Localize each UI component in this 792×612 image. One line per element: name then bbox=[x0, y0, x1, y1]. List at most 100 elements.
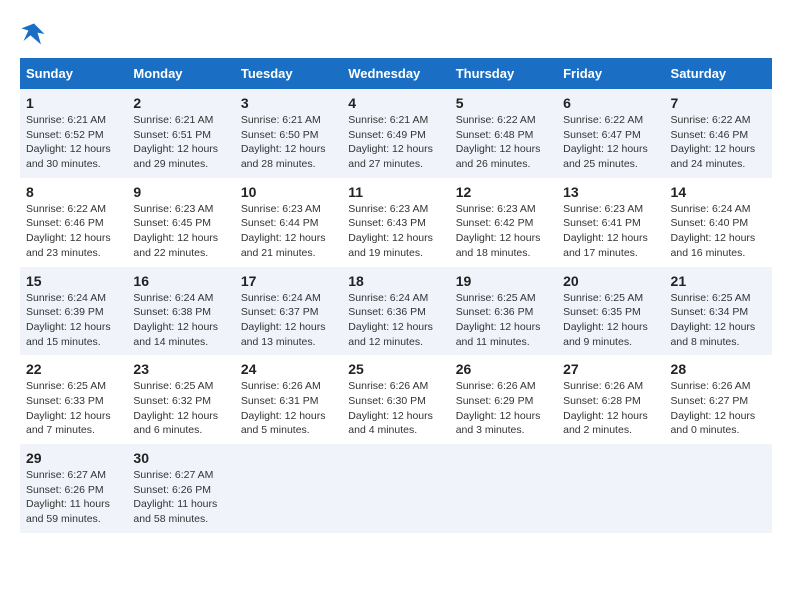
calendar-cell bbox=[235, 444, 342, 533]
calendar-cell: 18 Sunrise: 6:24 AM Sunset: 6:36 PM Dayl… bbox=[342, 267, 449, 356]
day-info: Sunrise: 6:26 AM Sunset: 6:31 PM Dayligh… bbox=[241, 379, 336, 438]
calendar-cell: 10 Sunrise: 6:23 AM Sunset: 6:44 PM Dayl… bbox=[235, 178, 342, 267]
calendar-cell: 12 Sunrise: 6:23 AM Sunset: 6:42 PM Dayl… bbox=[450, 178, 557, 267]
calendar-week-5: 29 Sunrise: 6:27 AM Sunset: 6:26 PM Dayl… bbox=[20, 444, 772, 533]
day-info: Sunrise: 6:25 AM Sunset: 6:35 PM Dayligh… bbox=[563, 291, 658, 350]
calendar-cell: 2 Sunrise: 6:21 AM Sunset: 6:51 PM Dayli… bbox=[127, 89, 234, 178]
day-number: 8 bbox=[26, 184, 121, 200]
calendar-cell: 7 Sunrise: 6:22 AM Sunset: 6:46 PM Dayli… bbox=[665, 89, 772, 178]
day-number: 27 bbox=[563, 361, 658, 377]
page-header bbox=[20, 20, 772, 48]
day-number: 19 bbox=[456, 273, 551, 289]
day-info: Sunrise: 6:23 AM Sunset: 6:43 PM Dayligh… bbox=[348, 202, 443, 261]
day-info: Sunrise: 6:26 AM Sunset: 6:27 PM Dayligh… bbox=[671, 379, 766, 438]
calendar-cell bbox=[557, 444, 664, 533]
day-number: 15 bbox=[26, 273, 121, 289]
day-number: 14 bbox=[671, 184, 766, 200]
day-number: 4 bbox=[348, 95, 443, 111]
calendar-cell: 21 Sunrise: 6:25 AM Sunset: 6:34 PM Dayl… bbox=[665, 267, 772, 356]
calendar-cell: 24 Sunrise: 6:26 AM Sunset: 6:31 PM Dayl… bbox=[235, 355, 342, 444]
day-number: 11 bbox=[348, 184, 443, 200]
calendar-cell: 22 Sunrise: 6:25 AM Sunset: 6:33 PM Dayl… bbox=[20, 355, 127, 444]
calendar-cell: 30 Sunrise: 6:27 AM Sunset: 6:26 PM Dayl… bbox=[127, 444, 234, 533]
calendar-header-row: SundayMondayTuesdayWednesdayThursdayFrid… bbox=[20, 58, 772, 89]
day-number: 20 bbox=[563, 273, 658, 289]
day-info: Sunrise: 6:23 AM Sunset: 6:42 PM Dayligh… bbox=[456, 202, 551, 261]
calendar-cell: 3 Sunrise: 6:21 AM Sunset: 6:50 PM Dayli… bbox=[235, 89, 342, 178]
day-info: Sunrise: 6:21 AM Sunset: 6:49 PM Dayligh… bbox=[348, 113, 443, 172]
calendar-cell: 20 Sunrise: 6:25 AM Sunset: 6:35 PM Dayl… bbox=[557, 267, 664, 356]
day-number: 7 bbox=[671, 95, 766, 111]
day-info: Sunrise: 6:21 AM Sunset: 6:51 PM Dayligh… bbox=[133, 113, 228, 172]
calendar-cell bbox=[342, 444, 449, 533]
day-number: 28 bbox=[671, 361, 766, 377]
day-info: Sunrise: 6:22 AM Sunset: 6:46 PM Dayligh… bbox=[26, 202, 121, 261]
day-info: Sunrise: 6:24 AM Sunset: 6:40 PM Dayligh… bbox=[671, 202, 766, 261]
calendar-table: SundayMondayTuesdayWednesdayThursdayFrid… bbox=[20, 58, 772, 533]
day-number: 25 bbox=[348, 361, 443, 377]
calendar-cell: 9 Sunrise: 6:23 AM Sunset: 6:45 PM Dayli… bbox=[127, 178, 234, 267]
day-info: Sunrise: 6:24 AM Sunset: 6:38 PM Dayligh… bbox=[133, 291, 228, 350]
day-info: Sunrise: 6:22 AM Sunset: 6:46 PM Dayligh… bbox=[671, 113, 766, 172]
day-number: 30 bbox=[133, 450, 228, 466]
calendar-cell: 16 Sunrise: 6:24 AM Sunset: 6:38 PM Dayl… bbox=[127, 267, 234, 356]
calendar-cell: 1 Sunrise: 6:21 AM Sunset: 6:52 PM Dayli… bbox=[20, 89, 127, 178]
header-thursday: Thursday bbox=[450, 58, 557, 89]
calendar-cell: 25 Sunrise: 6:26 AM Sunset: 6:30 PM Dayl… bbox=[342, 355, 449, 444]
calendar-cell: 26 Sunrise: 6:26 AM Sunset: 6:29 PM Dayl… bbox=[450, 355, 557, 444]
day-info: Sunrise: 6:25 AM Sunset: 6:33 PM Dayligh… bbox=[26, 379, 121, 438]
day-number: 26 bbox=[456, 361, 551, 377]
header-tuesday: Tuesday bbox=[235, 58, 342, 89]
day-info: Sunrise: 6:22 AM Sunset: 6:48 PM Dayligh… bbox=[456, 113, 551, 172]
calendar-cell: 29 Sunrise: 6:27 AM Sunset: 6:26 PM Dayl… bbox=[20, 444, 127, 533]
day-number: 18 bbox=[348, 273, 443, 289]
logo bbox=[20, 20, 52, 48]
day-number: 13 bbox=[563, 184, 658, 200]
calendar-cell: 6 Sunrise: 6:22 AM Sunset: 6:47 PM Dayli… bbox=[557, 89, 664, 178]
header-wednesday: Wednesday bbox=[342, 58, 449, 89]
day-number: 2 bbox=[133, 95, 228, 111]
day-number: 23 bbox=[133, 361, 228, 377]
calendar-week-3: 15 Sunrise: 6:24 AM Sunset: 6:39 PM Dayl… bbox=[20, 267, 772, 356]
day-info: Sunrise: 6:26 AM Sunset: 6:29 PM Dayligh… bbox=[456, 379, 551, 438]
header-sunday: Sunday bbox=[20, 58, 127, 89]
day-info: Sunrise: 6:26 AM Sunset: 6:28 PM Dayligh… bbox=[563, 379, 658, 438]
day-number: 6 bbox=[563, 95, 658, 111]
day-number: 9 bbox=[133, 184, 228, 200]
calendar-cell: 23 Sunrise: 6:25 AM Sunset: 6:32 PM Dayl… bbox=[127, 355, 234, 444]
day-info: Sunrise: 6:24 AM Sunset: 6:37 PM Dayligh… bbox=[241, 291, 336, 350]
calendar-cell: 11 Sunrise: 6:23 AM Sunset: 6:43 PM Dayl… bbox=[342, 178, 449, 267]
calendar-week-4: 22 Sunrise: 6:25 AM Sunset: 6:33 PM Dayl… bbox=[20, 355, 772, 444]
day-number: 1 bbox=[26, 95, 121, 111]
day-number: 21 bbox=[671, 273, 766, 289]
calendar-cell: 19 Sunrise: 6:25 AM Sunset: 6:36 PM Dayl… bbox=[450, 267, 557, 356]
day-info: Sunrise: 6:21 AM Sunset: 6:50 PM Dayligh… bbox=[241, 113, 336, 172]
calendar-cell: 8 Sunrise: 6:22 AM Sunset: 6:46 PM Dayli… bbox=[20, 178, 127, 267]
day-number: 12 bbox=[456, 184, 551, 200]
day-number: 24 bbox=[241, 361, 336, 377]
day-info: Sunrise: 6:22 AM Sunset: 6:47 PM Dayligh… bbox=[563, 113, 658, 172]
day-number: 22 bbox=[26, 361, 121, 377]
logo-icon bbox=[20, 20, 48, 48]
day-info: Sunrise: 6:23 AM Sunset: 6:45 PM Dayligh… bbox=[133, 202, 228, 261]
day-info: Sunrise: 6:25 AM Sunset: 6:32 PM Dayligh… bbox=[133, 379, 228, 438]
calendar-cell bbox=[450, 444, 557, 533]
calendar-cell bbox=[665, 444, 772, 533]
calendar-week-1: 1 Sunrise: 6:21 AM Sunset: 6:52 PM Dayli… bbox=[20, 89, 772, 178]
day-number: 16 bbox=[133, 273, 228, 289]
calendar-cell: 15 Sunrise: 6:24 AM Sunset: 6:39 PM Dayl… bbox=[20, 267, 127, 356]
calendar-cell: 28 Sunrise: 6:26 AM Sunset: 6:27 PM Dayl… bbox=[665, 355, 772, 444]
calendar-cell: 27 Sunrise: 6:26 AM Sunset: 6:28 PM Dayl… bbox=[557, 355, 664, 444]
day-info: Sunrise: 6:23 AM Sunset: 6:41 PM Dayligh… bbox=[563, 202, 658, 261]
header-monday: Monday bbox=[127, 58, 234, 89]
calendar-week-2: 8 Sunrise: 6:22 AM Sunset: 6:46 PM Dayli… bbox=[20, 178, 772, 267]
calendar-cell: 4 Sunrise: 6:21 AM Sunset: 6:49 PM Dayli… bbox=[342, 89, 449, 178]
calendar-cell: 17 Sunrise: 6:24 AM Sunset: 6:37 PM Dayl… bbox=[235, 267, 342, 356]
day-number: 10 bbox=[241, 184, 336, 200]
day-info: Sunrise: 6:26 AM Sunset: 6:30 PM Dayligh… bbox=[348, 379, 443, 438]
day-info: Sunrise: 6:25 AM Sunset: 6:36 PM Dayligh… bbox=[456, 291, 551, 350]
day-number: 5 bbox=[456, 95, 551, 111]
day-info: Sunrise: 6:24 AM Sunset: 6:39 PM Dayligh… bbox=[26, 291, 121, 350]
day-number: 17 bbox=[241, 273, 336, 289]
calendar-cell: 14 Sunrise: 6:24 AM Sunset: 6:40 PM Dayl… bbox=[665, 178, 772, 267]
